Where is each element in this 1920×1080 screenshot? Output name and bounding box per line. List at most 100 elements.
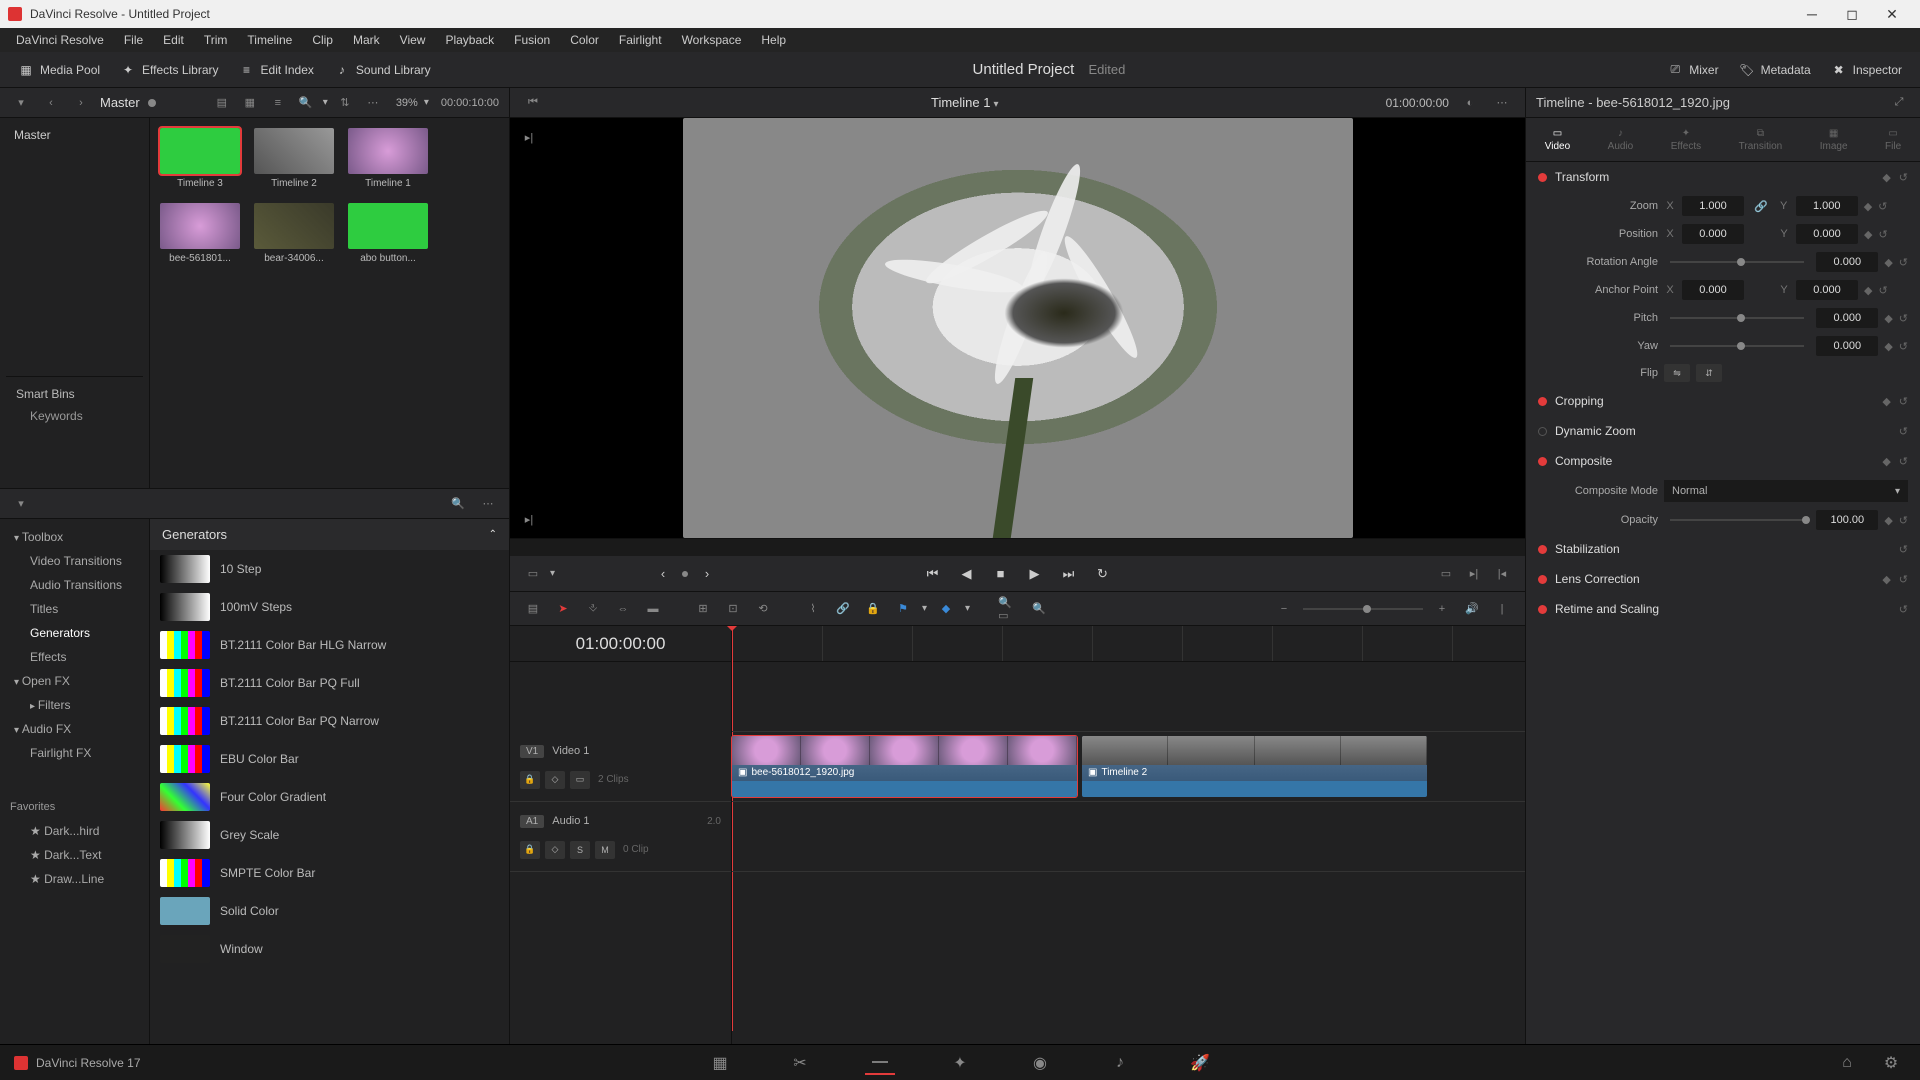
fx-item[interactable]: Four Color Gradient <box>150 778 509 816</box>
pos-y-input[interactable]: 0.000 <box>1796 224 1858 244</box>
fx-item[interactable]: 10 Step <box>150 550 509 588</box>
fx-item[interactable]: Grey Scale <box>150 816 509 854</box>
dynamic-zoom-header[interactable]: Dynamic Zoom↺ <box>1526 416 1920 446</box>
fx-tree-audiofx[interactable]: ▾ Audio FX <box>0 717 149 741</box>
inspector-expand-icon[interactable]: ⤢ <box>1888 92 1910 114</box>
timeline-clip[interactable]: ▣bee-5618012_1920.jpg <box>732 736 1077 797</box>
page-deliver[interactable]: 🚀 <box>1185 1051 1215 1075</box>
fx-tree-filters[interactable]: ▸ Filters <box>0 693 149 717</box>
reset-icon[interactable]: ↺ <box>1878 228 1887 241</box>
favorite-item[interactable]: ★ Draw...Line <box>0 867 149 891</box>
menu-timeline[interactable]: Timeline <box>239 30 300 50</box>
page-fusion[interactable]: ✦ <box>945 1051 975 1075</box>
media-item[interactable]: abo button... <box>348 203 428 264</box>
reset-icon[interactable]: ↺ <box>1899 340 1908 353</box>
anchor-y-input[interactable]: 0.000 <box>1796 280 1858 300</box>
keyframe-icon[interactable]: ◆ <box>1882 573 1890 586</box>
media-item[interactable]: bee-561801... <box>160 203 240 264</box>
audio-solo-button[interactable]: S <box>570 841 590 859</box>
media-item[interactable]: Timeline 2 <box>254 128 334 189</box>
reset-icon[interactable]: ↺ <box>1899 256 1908 269</box>
replace-clip-icon[interactable]: ⟲ <box>752 598 774 620</box>
composite-toggle[interactable] <box>1538 457 1547 466</box>
composite-header[interactable]: Composite◆↺ <box>1526 446 1920 476</box>
pool-dropdown-icon[interactable]: ▾ <box>10 92 32 114</box>
audio-track-badge[interactable]: A1 <box>520 815 544 828</box>
media-pool-toggle[interactable]: ▦ Media Pool <box>8 57 110 83</box>
menu-view[interactable]: View <box>392 30 434 50</box>
keyframe-icon[interactable]: ◆ <box>1884 312 1892 325</box>
stabilization-header[interactable]: Stabilization↺ <box>1526 534 1920 564</box>
fx-item[interactable]: BT.2111 Color Bar HLG Narrow <box>150 626 509 664</box>
overwrite-clip-icon[interactable]: ⊡ <box>722 598 744 620</box>
reset-icon[interactable]: ↺ <box>1899 455 1908 468</box>
stabilization-toggle[interactable] <box>1538 545 1547 554</box>
menu-workspace[interactable]: Workspace <box>674 30 750 50</box>
flip-v-button[interactable]: ⇵ <box>1696 364 1722 382</box>
timeline-timecode[interactable]: 01:00:00:00 <box>510 626 732 661</box>
effects-library-toggle[interactable]: ✦ Effects Library <box>110 57 228 83</box>
fx-tree-generators[interactable]: Generators <box>0 621 149 645</box>
next-clip-icon[interactable]: ▸| <box>1463 563 1485 585</box>
fx-item[interactable]: Window <box>150 930 509 968</box>
stop-button[interactable]: ■ <box>988 561 1014 587</box>
video-track-header[interactable]: V1 Video 1 🔒 ◇ ▭ 2 Clips <box>510 732 731 802</box>
home-button[interactable]: ⌂ <box>1832 1051 1862 1075</box>
marker-icon[interactable]: ◆ <box>935 598 957 620</box>
audio-lock-icon[interactable]: 🔒 <box>520 841 540 859</box>
keyframe-icon[interactable]: ◆ <box>1882 395 1890 408</box>
track-disable-icon[interactable]: ▭ <box>570 771 590 789</box>
pool-menu-icon[interactable]: ⋯ <box>362 92 384 114</box>
dynamic-trim-icon[interactable]: ⇔ <box>612 598 634 620</box>
inspector-tab-transition[interactable]: ⧉Transition <box>1731 124 1791 156</box>
bin-name[interactable]: Master <box>100 95 140 110</box>
smartbins-header[interactable]: Smart Bins <box>16 383 133 405</box>
audio-mute-button[interactable]: M <box>595 841 615 859</box>
page-media[interactable]: ▦ <box>705 1051 735 1075</box>
reset-icon[interactable]: ↺ <box>1899 395 1908 408</box>
go-last-button[interactable]: ⏭ <box>1056 561 1082 587</box>
pos-x-input[interactable]: 0.000 <box>1682 224 1744 244</box>
go-start-icon[interactable]: ⏮ <box>522 92 544 114</box>
opacity-input[interactable]: 100.00 <box>1816 510 1878 530</box>
fx-item[interactable]: BT.2111 Color Bar PQ Narrow <box>150 702 509 740</box>
zoom-chevron-icon[interactable]: ▾ <box>424 97 429 108</box>
mixer-toggle[interactable]: ⎚ Mixer <box>1657 57 1728 83</box>
loop-button[interactable]: ↻ <box>1090 561 1116 587</box>
inspector-tab-image[interactable]: ▦Image <box>1812 124 1856 156</box>
fx-tree-audio-transitions[interactable]: Audio Transitions <box>0 573 149 597</box>
menu-playback[interactable]: Playback <box>437 30 502 50</box>
fx-item[interactable]: Solid Color <box>150 892 509 930</box>
keyframe-icon[interactable]: ◆ <box>1864 284 1872 297</box>
window-maximize-button[interactable]: ◻ <box>1832 0 1872 28</box>
step-back-button[interactable]: ◀ <box>954 561 980 587</box>
fx-item[interactable]: 100mV Steps <box>150 588 509 626</box>
view-thumb-icon[interactable]: ▦ <box>239 92 261 114</box>
project-settings-button[interactable]: ⚙ <box>1876 1051 1906 1075</box>
zoom-to-fit-icon[interactable]: 🔍 <box>1028 598 1050 620</box>
nav-fwd-icon[interactable]: › <box>70 92 92 114</box>
menu-trim[interactable]: Trim <box>196 30 236 50</box>
fx-item[interactable]: SMPTE Color Bar <box>150 854 509 892</box>
sort-icon[interactable]: ⇅ <box>334 92 356 114</box>
timeline-clip[interactable]: ▣Timeline 2 <box>1082 736 1427 797</box>
retime-header[interactable]: Retime and Scaling↺ <box>1526 594 1920 624</box>
menu-file[interactable]: File <box>116 30 151 50</box>
menu-clip[interactable]: Clip <box>304 30 341 50</box>
inspector-tab-effects[interactable]: ✦Effects <box>1663 124 1709 156</box>
keyframe-icon[interactable]: ◆ <box>1864 228 1872 241</box>
pitch-slider[interactable] <box>1670 317 1804 319</box>
cropping-header[interactable]: Cropping◆↺ <box>1526 386 1920 416</box>
prev-clip-icon[interactable]: |◂ <box>1491 563 1513 585</box>
menu-mark[interactable]: Mark <box>345 30 388 50</box>
search-icon[interactable]: 🔍 <box>295 92 317 114</box>
yaw-input[interactable]: 0.000 <box>1816 336 1878 356</box>
go-first-button[interactable]: ⏮ <box>920 561 946 587</box>
pool-zoom[interactable]: 39% <box>396 97 418 109</box>
prev-edit-icon[interactable]: ‹ <box>650 561 676 587</box>
keyframe-icon[interactable]: ◆ <box>1882 171 1890 184</box>
audio-monitor-icon[interactable]: 🔊 <box>1461 598 1483 620</box>
reset-icon[interactable]: ↺ <box>1899 171 1908 184</box>
overlay-mode-icon[interactable]: ▭ <box>522 563 544 585</box>
flip-h-button[interactable]: ⇋ <box>1664 364 1690 382</box>
